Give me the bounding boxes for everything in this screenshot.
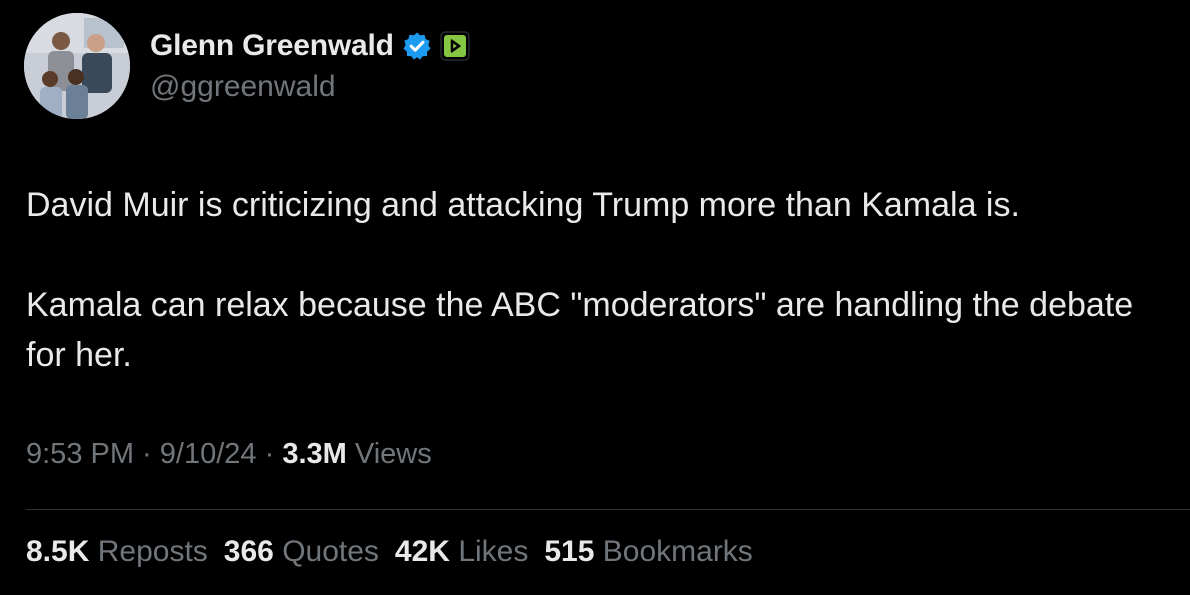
stat-likes[interactable]: 42K Likes bbox=[395, 535, 528, 569]
stat-label: Bookmarks bbox=[602, 535, 753, 568]
tweet-text: David Muir is criticizing and attacking … bbox=[26, 180, 1166, 380]
tweet-meta: 9:53 PM · 9/10/24 · 3.3M Views bbox=[26, 438, 432, 471]
author-name-row: Glenn Greenwald bbox=[150, 26, 470, 66]
verified-check-icon[interactable] bbox=[402, 31, 432, 61]
stat-count: 42K bbox=[394, 535, 450, 568]
display-name[interactable]: Glenn Greenwald bbox=[150, 29, 394, 63]
stat-count: 515 bbox=[544, 535, 595, 568]
tweet-paragraph: Kamala can relax because the ABC "modera… bbox=[26, 286, 1134, 374]
engagement-stats: 8.5K Reposts 366 Quotes 42K Likes 515 Bo… bbox=[26, 535, 753, 569]
stat-count: 366 bbox=[223, 535, 274, 568]
tweet-date[interactable]: 9/10/24 bbox=[160, 438, 257, 470]
author-handle[interactable]: @ggreenwald bbox=[150, 70, 336, 104]
tweet-card: Glenn Greenwald @ggreenwald David Muir i… bbox=[0, 0, 1190, 595]
divider bbox=[26, 509, 1190, 510]
stat-count: 8.5K bbox=[26, 535, 90, 568]
views-label: Views bbox=[346, 438, 432, 470]
tweet-time[interactable]: 9:53 PM bbox=[26, 438, 134, 470]
meta-separator: · bbox=[256, 438, 283, 470]
stat-quotes[interactable]: 366 Quotes bbox=[224, 535, 379, 569]
meta-separator: · bbox=[134, 438, 160, 470]
stat-label: Quotes bbox=[282, 535, 379, 568]
views-count: 3.3M bbox=[282, 438, 347, 470]
stat-label: Reposts bbox=[97, 535, 208, 568]
rumble-play-icon[interactable] bbox=[440, 31, 470, 61]
avatar-photo bbox=[24, 13, 130, 119]
stat-bookmarks[interactable]: 515 Bookmarks bbox=[544, 535, 752, 569]
avatar[interactable] bbox=[24, 13, 130, 119]
stat-label: Likes bbox=[458, 535, 529, 568]
tweet-paragraph: David Muir is criticizing and attacking … bbox=[26, 186, 1020, 224]
stat-reposts[interactable]: 8.5K Reposts bbox=[26, 535, 208, 569]
